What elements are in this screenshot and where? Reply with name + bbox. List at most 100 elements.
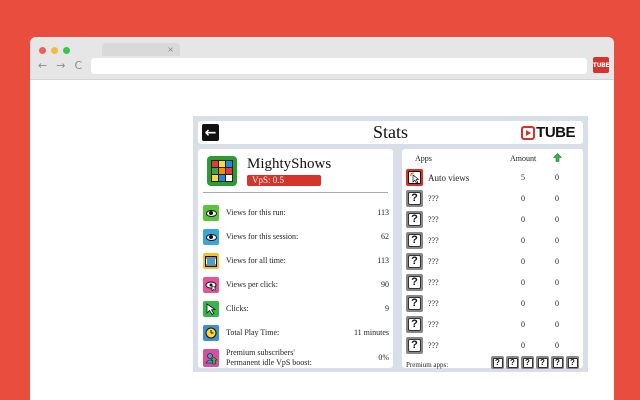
forward-nav-button[interactable]: → bbox=[56, 59, 65, 73]
question-icon: ? bbox=[406, 232, 423, 249]
app-row[interactable]: ? ??? 0 0 bbox=[406, 316, 580, 334]
premium-apps-list: ? ? ? ? ? ? bbox=[491, 356, 579, 369]
app-upgrades: 0 bbox=[555, 194, 559, 203]
question-icon: ? bbox=[406, 211, 423, 228]
subscribers-icon bbox=[203, 349, 219, 367]
app-row[interactable]: Auto views 5 0 bbox=[406, 169, 580, 187]
app-name: ??? bbox=[428, 320, 439, 329]
app-upgrades: 0 bbox=[555, 236, 559, 245]
app-upgrades: 0 bbox=[555, 320, 559, 329]
browser-window: × ← → C TUBE ← Stats TUBE MightyShows Vp… bbox=[30, 37, 614, 400]
premium-apps-label: Premium apps: bbox=[406, 361, 449, 369]
stat-value: 62 bbox=[381, 232, 389, 241]
stat-label: Premium subscribers' Permanent idle VpS b… bbox=[226, 348, 312, 367]
app-name: Auto views bbox=[428, 173, 470, 183]
tab-close-icon[interactable]: × bbox=[167, 43, 174, 56]
app-name: ??? bbox=[428, 257, 439, 266]
app-amount: 0 bbox=[521, 215, 525, 224]
stats-app: ← Stats TUBE MightyShows VpS: 0.5 Views … bbox=[193, 116, 588, 372]
app-amount: 0 bbox=[521, 341, 525, 350]
stat-label: Views for this run: bbox=[226, 208, 286, 217]
app-row[interactable]: ? ??? 0 0 bbox=[406, 211, 580, 229]
page-content: ← Stats TUBE MightyShows VpS: 0.5 Views … bbox=[30, 80, 614, 400]
question-icon: ? bbox=[406, 295, 423, 312]
app-name: ??? bbox=[428, 215, 439, 224]
app-amount: 0 bbox=[521, 299, 525, 308]
stat-value: 113 bbox=[377, 208, 389, 217]
divider bbox=[203, 192, 388, 193]
question-icon: ? bbox=[406, 253, 423, 270]
app-name: ??? bbox=[428, 341, 439, 350]
logo-text: TUBE bbox=[536, 124, 575, 141]
app-row[interactable]: ? ??? 0 0 bbox=[406, 190, 580, 208]
rubiks-cube-icon bbox=[207, 156, 237, 186]
eye-icon bbox=[203, 205, 219, 221]
app-row[interactable]: ? ??? 0 0 bbox=[406, 295, 580, 313]
stat-views-all-time: Views for all time: 113 bbox=[203, 253, 391, 269]
window-controls bbox=[39, 47, 70, 54]
apps-panel: Apps Amount Auto views 5 0 ? ??? 0 0 ? ?… bbox=[402, 149, 583, 369]
app-name: ??? bbox=[428, 299, 439, 308]
app-amount: 0 bbox=[521, 194, 525, 203]
channel-name: MightyShows bbox=[247, 156, 332, 172]
app-upgrades: 0 bbox=[555, 173, 559, 182]
stat-label: Total Play Time: bbox=[226, 328, 280, 337]
stat-label: Views for all time: bbox=[226, 256, 286, 265]
app-upgrades: 0 bbox=[555, 341, 559, 350]
premium-app-question-icon[interactable]: ? bbox=[491, 356, 504, 369]
premium-app-question-icon[interactable]: ? bbox=[551, 356, 564, 369]
stat-value: 113 bbox=[377, 256, 389, 265]
stat-views-run: Views for this run: 113 bbox=[203, 205, 391, 221]
auto-click-icon bbox=[406, 169, 423, 186]
film-icon bbox=[203, 253, 219, 269]
app-amount: 0 bbox=[521, 236, 525, 245]
stat-views-session: Views for this session: 62 bbox=[203, 229, 391, 245]
app-amount: 0 bbox=[521, 278, 525, 287]
app-row[interactable]: ? ??? 0 0 bbox=[406, 253, 580, 271]
maximize-window-button[interactable] bbox=[63, 47, 70, 54]
app-upgrades: 0 bbox=[555, 257, 559, 266]
browser-tab[interactable]: × bbox=[102, 43, 180, 56]
eye-icon bbox=[203, 229, 219, 245]
premium-app-question-icon[interactable]: ? bbox=[506, 356, 519, 369]
app-row[interactable]: ? ??? 0 0 bbox=[406, 274, 580, 292]
app-upgrades: 0 bbox=[555, 299, 559, 308]
vps-badge: VpS: 0.5 bbox=[247, 175, 321, 186]
reload-button[interactable]: C bbox=[74, 59, 82, 73]
question-icon: ? bbox=[406, 274, 423, 291]
premium-app-question-icon[interactable]: ? bbox=[536, 356, 549, 369]
clock-icon bbox=[203, 325, 219, 341]
stats-panel: MightyShows VpS: 0.5 Views for this run:… bbox=[198, 149, 393, 368]
browser-toolbar: × ← → C TUBE bbox=[30, 37, 614, 80]
question-icon: ? bbox=[406, 190, 423, 207]
close-window-button[interactable] bbox=[39, 47, 46, 54]
app-row[interactable]: ? ??? 0 0 bbox=[406, 232, 580, 250]
stat-play-time: Total Play Time: 11 minutes bbox=[203, 325, 391, 341]
premium-app-question-icon[interactable]: ? bbox=[521, 356, 534, 369]
app-name: ??? bbox=[428, 236, 439, 245]
question-icon: ? bbox=[406, 316, 423, 333]
app-row[interactable]: ? ??? 0 0 bbox=[406, 337, 580, 355]
stat-label: Views for this session: bbox=[226, 232, 299, 241]
extension-tube-icon[interactable]: TUBE bbox=[593, 57, 610, 73]
minimize-window-button[interactable] bbox=[51, 47, 58, 54]
upgrade-arrow-icon bbox=[552, 153, 563, 165]
question-icon: ? bbox=[406, 337, 423, 354]
tube-logo: TUBE bbox=[521, 125, 575, 140]
nav-buttons: ← → C bbox=[38, 59, 82, 73]
cursor-icon bbox=[203, 301, 219, 317]
play-icon bbox=[521, 125, 536, 140]
premium-app-question-icon[interactable]: ? bbox=[566, 356, 579, 369]
app-upgrades: 0 bbox=[555, 215, 559, 224]
app-amount: 5 bbox=[521, 173, 525, 182]
amount-column-header: Amount bbox=[510, 154, 537, 163]
back-nav-button[interactable]: ← bbox=[38, 59, 47, 73]
stat-value: 0% bbox=[378, 353, 389, 362]
cursor-eye-icon bbox=[203, 277, 219, 293]
stat-label: Views per click: bbox=[226, 280, 278, 289]
app-name: ??? bbox=[428, 194, 439, 203]
stat-value: 90 bbox=[381, 280, 389, 289]
stat-value: 9 bbox=[385, 304, 389, 313]
stat-value: 11 minutes bbox=[353, 328, 389, 337]
address-bar[interactable] bbox=[91, 58, 587, 74]
